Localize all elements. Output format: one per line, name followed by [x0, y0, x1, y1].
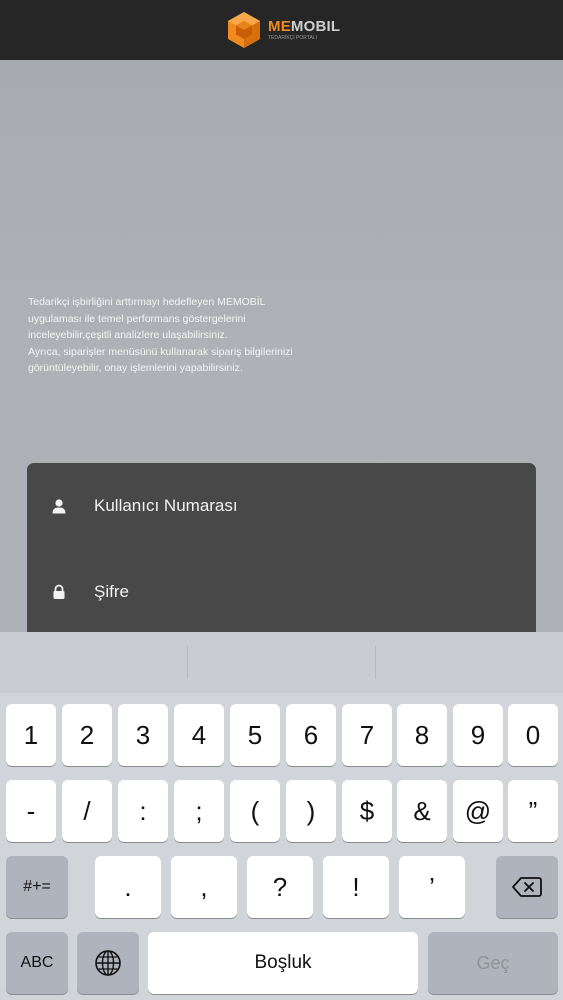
globe-icon [95, 950, 121, 976]
suggestion-divider [375, 646, 376, 679]
key-7[interactable]: 7 [342, 704, 392, 766]
key-ampersand[interactable]: & [397, 780, 447, 842]
cube-logo-icon [228, 12, 260, 48]
backspace-key[interactable] [496, 856, 558, 918]
key-open-paren[interactable]: ( [230, 780, 280, 842]
intro-line: Tedarikçi işbirliğini arttırmayı hedefle… [28, 296, 266, 308]
key-0[interactable]: 0 [508, 704, 558, 766]
go-key[interactable]: Geç [428, 932, 558, 994]
intro-line: uygulaması ile temel performans gösterge… [28, 312, 246, 325]
key-quote[interactable]: ” [508, 780, 558, 842]
globe-key[interactable] [77, 932, 139, 994]
intro-line: inceleyebilir,çeşitli analizlere ulaşabi… [28, 329, 228, 341]
intro-text: Tedarikçi işbirliğini arttırmayı hedefle… [28, 294, 428, 377]
key-1[interactable]: 1 [6, 704, 56, 766]
key-apostrophe[interactable]: ’ [399, 856, 465, 918]
key-at[interactable]: @ [453, 780, 503, 842]
key-9[interactable]: 9 [453, 704, 503, 766]
user-number-placeholder: Kullanıcı Numarası [94, 496, 238, 515]
intro-line: Ayrıca, siparişler menüsünü kullanarak s… [28, 345, 293, 358]
key-question[interactable]: ? [247, 856, 313, 918]
key-5[interactable]: 5 [230, 704, 280, 766]
key-3[interactable]: 3 [118, 704, 168, 766]
numeric-keyboard: 1 2 3 4 5 6 7 8 9 0 - / : ; ( ) $ & @ ” … [0, 632, 563, 1000]
key-slash[interactable]: / [62, 780, 112, 842]
password-field[interactable]: Şifre [0, 572, 509, 612]
user-icon [51, 498, 67, 514]
backspace-icon [512, 877, 542, 897]
key-symbols-mode[interactable]: #+= [6, 856, 68, 918]
key-exclamation[interactable]: ! [323, 856, 389, 918]
logo-wordmark: MEMOBIL [268, 17, 341, 35]
key-2[interactable]: 2 [62, 704, 112, 766]
lock-icon [51, 584, 67, 600]
user-number-field[interactable]: Kullanıcı Numarası [0, 486, 509, 526]
key-4[interactable]: 4 [174, 704, 224, 766]
key-8[interactable]: 8 [397, 704, 447, 766]
key-semicolon[interactable]: ; [174, 780, 224, 842]
suggestion-divider [187, 646, 188, 679]
password-placeholder: Şifre [94, 582, 129, 601]
intro-line: görüntüleyebilir, onay işlemlerini yapab… [28, 362, 243, 374]
key-abc[interactable]: ABC [6, 932, 68, 994]
logo-tagline: TEDARİKÇİ PORTALI [268, 34, 317, 41]
key-period[interactable]: . [95, 856, 161, 918]
key-colon[interactable]: : [118, 780, 168, 842]
keyboard-suggestion-bar [0, 632, 563, 693]
space-key[interactable]: Boşluk [148, 932, 418, 994]
key-hyphen[interactable]: - [6, 780, 56, 842]
memobil-logo: MEMOBIL TEDARİKÇİ PORTALI [224, 8, 340, 52]
top-bar: MEMOBIL TEDARİKÇİ PORTALI [0, 0, 563, 60]
key-dollar[interactable]: $ [342, 780, 392, 842]
key-comma[interactable]: , [171, 856, 237, 918]
key-close-paren[interactable]: ) [286, 780, 336, 842]
key-6[interactable]: 6 [286, 704, 336, 766]
